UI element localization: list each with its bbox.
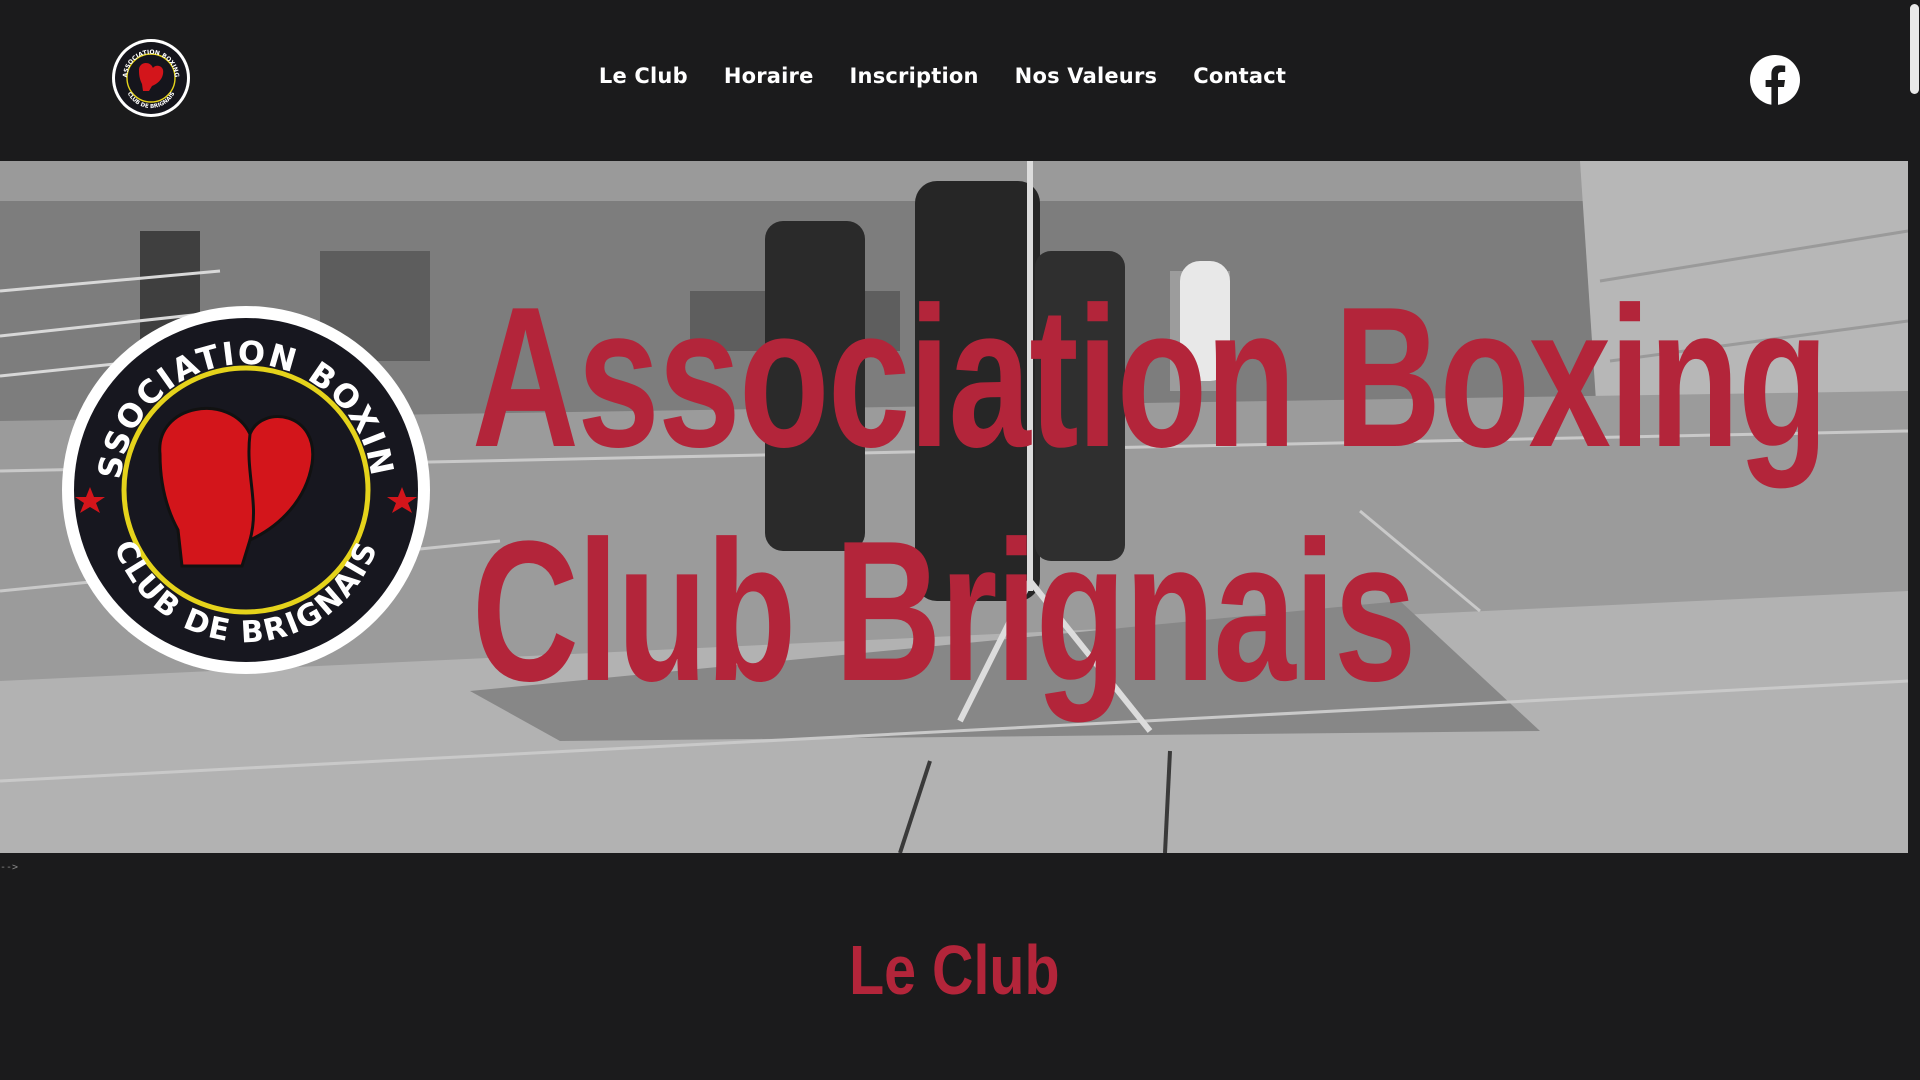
club-logo-large: ASSOCIATION BOXING CLUB DE BRIGNAIS (60, 304, 430, 674)
nav-item-nos-valeurs[interactable]: Nos Valeurs (1015, 64, 1158, 88)
hero-title: Association Boxing Club Brignais (472, 261, 1828, 729)
nav-item-inscription[interactable]: Inscription (850, 64, 979, 88)
scrollbar[interactable] (1908, 0, 1920, 1080)
stray-comment-text: --> (0, 862, 19, 873)
section-title-le-club: Le Club (848, 931, 1060, 1009)
site-header: ASSOCIATION BOXING CLUB DE BRIGNAIS Le C… (0, 0, 1908, 160)
hero-title-line2: Club Brignais (472, 500, 1416, 723)
main-nav: Le Club Horaire Inscription Nos Valeurs … (0, 64, 1908, 88)
nav-item-le-club[interactable]: Le Club (599, 64, 688, 88)
nav-item-contact[interactable]: Contact (1193, 64, 1286, 88)
hero-banner: ASSOCIATION BOXING CLUB DE BRIGNAIS Asso… (0, 161, 1908, 853)
hero-title-line1: Association Boxing (472, 266, 1828, 489)
scrollbar-thumb[interactable] (1910, 4, 1919, 94)
nav-item-horaire[interactable]: Horaire (724, 64, 814, 88)
facebook-icon[interactable] (1749, 54, 1801, 106)
